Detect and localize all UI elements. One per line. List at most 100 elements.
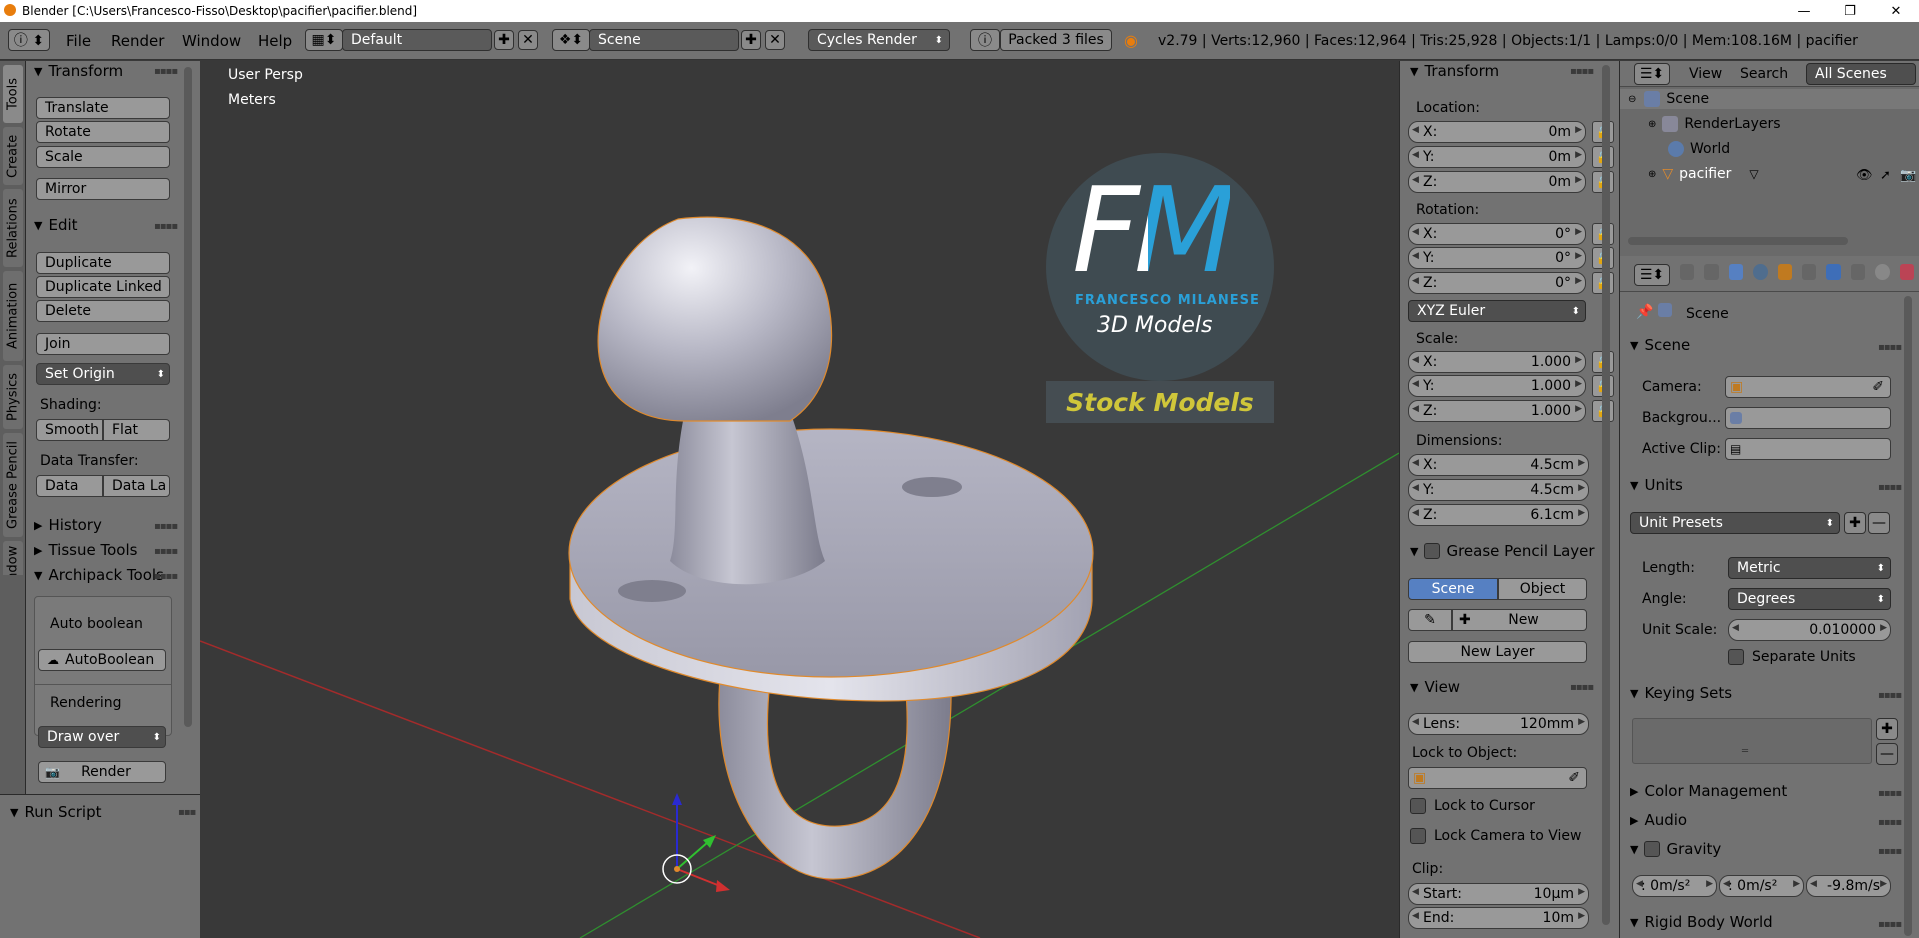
keying-sets-list[interactable] <box>1632 718 1872 764</box>
location-y-field[interactable]: ◀ Y: 0m ▶ <box>1408 146 1586 168</box>
drag-grip-icon[interactable]: ▪▪▪▪ <box>1878 919 1902 930</box>
gravity-header[interactable]: ▼ Gravity <box>1630 840 1721 858</box>
menu-window[interactable]: Window <box>182 32 241 50</box>
location-x-field[interactable]: ◀ X: 0m ▶ <box>1408 121 1586 143</box>
grease-pencil-layer-header[interactable]: ▼ Grease Pencil Layer <box>1410 541 1608 561</box>
scene-panel-header[interactable]: ▼ Scene <box>1630 336 1690 354</box>
angle-unit-dropdown[interactable]: Degrees ⬍ <box>1728 588 1891 610</box>
pin-icon[interactable]: 📌 <box>1636 304 1653 320</box>
layout-selector-button[interactable]: ▦⬍ <box>305 29 343 51</box>
gravity-z-field[interactable]: ◀ -9.8m/s ▶ <box>1806 875 1891 897</box>
selectability-cursor-icon[interactable]: ➚ <box>1880 168 1891 183</box>
background-scene-field[interactable] <box>1725 407 1891 429</box>
screen-layout-field[interactable]: Default <box>342 29 492 51</box>
rigid-body-world-header[interactable]: ▼ Rigid Body World <box>1630 913 1773 931</box>
units-panel-header[interactable]: ▼ Units <box>1630 476 1683 494</box>
drag-grip-icon[interactable]: ▪▪▪▪ <box>154 521 178 532</box>
gp-new-button[interactable]: ✚ New <box>1452 609 1587 631</box>
audio-header[interactable]: ▶ Audio <box>1630 811 1687 829</box>
scene-field[interactable]: Scene <box>589 29 739 51</box>
minimize-button[interactable]: — <box>1781 0 1827 22</box>
data-transfer-button[interactable]: Data <box>36 475 103 497</box>
scale-z-field[interactable]: ◀ Z: 1.000 ▶ <box>1408 400 1586 422</box>
separate-units-checkbox[interactable] <box>1728 649 1744 665</box>
autoboolean-button[interactable]: ☁ AutoBoolean <box>38 649 166 671</box>
toolshelf-scrollbar[interactable] <box>184 67 192 727</box>
unit-scale-field[interactable]: ◀ 0.010000 ▶ <box>1728 619 1891 641</box>
lock-camera-to-view-option[interactable]: Lock Camera to View <box>1410 828 1582 844</box>
outliner-hscrollbar[interactable] <box>1628 237 1848 245</box>
add-preset-icon[interactable]: ✚ <box>1844 512 1866 534</box>
view-panel-header[interactable]: ▼ View <box>1410 677 1460 697</box>
gp-pencil-icon[interactable]: ✎ <box>1408 609 1452 631</box>
rotation-z-field[interactable]: ◀ Z: 0° ▶ <box>1408 272 1586 294</box>
outliner-item-world[interactable]: World <box>1668 141 1730 157</box>
outliner-editor-type-button[interactable]: ☰⬍ <box>1634 63 1670 85</box>
world-context-icon[interactable] <box>1753 264 1768 280</box>
scene-selector-button[interactable]: ❖⬍ <box>552 29 590 51</box>
packed-files-button[interactable]: Packed 3 files <box>1000 29 1112 51</box>
drag-grip-icon[interactable]: ▪▪▪▪ <box>1878 788 1902 799</box>
menu-render[interactable]: Render <box>111 32 164 50</box>
drag-grip-icon[interactable]: ▪▪▪▪ <box>1570 682 1594 693</box>
tab-tools[interactable]: Tools <box>3 65 23 123</box>
drag-grip-icon[interactable]: ▪▪▪▪ <box>1878 342 1902 353</box>
x-gizmo-arrow[interactable] <box>676 868 721 887</box>
length-unit-dropdown[interactable]: Metric ⬍ <box>1728 557 1891 579</box>
packed-info-icon[interactable]: ⓘ <box>970 29 1000 51</box>
grease-pencil-checkbox[interactable] <box>1424 543 1441 559</box>
rotation-y-field[interactable]: ◀ Y: 0° ▶ <box>1408 247 1586 269</box>
keying-sets-header[interactable]: ▼ Keying Sets <box>1630 684 1732 702</box>
delete-button[interactable]: Delete <box>36 300 170 322</box>
drag-grip-icon[interactable]: ▪▪▪▪ <box>1878 846 1902 857</box>
constraints-context-icon[interactable] <box>1802 264 1817 280</box>
tab-grease-pencil[interactable]: Grease Pencil <box>3 433 23 537</box>
shade-smooth-button[interactable]: Smooth <box>36 419 103 441</box>
lock-to-cursor-option[interactable]: Lock to Cursor <box>1410 798 1535 814</box>
run-script-header[interactable]: ▼ Run Script <box>10 803 102 821</box>
visibility-eye-icon[interactable]: 👁 <box>1856 168 1873 183</box>
gravity-checkbox[interactable] <box>1644 841 1661 857</box>
list-resize-grip-icon[interactable]: ═ <box>1742 746 1748 757</box>
gp-object-toggle[interactable]: Object <box>1498 578 1587 600</box>
duplicate-button[interactable]: Duplicate <box>36 252 170 274</box>
eyedropper-icon[interactable]: ✐ <box>1872 379 1884 395</box>
tab-physics[interactable]: Physics <box>3 365 23 429</box>
remove-scene-icon[interactable]: ✕ <box>765 30 785 50</box>
rotation-x-field[interactable]: ◀ X: 0° ▶ <box>1408 223 1586 245</box>
drag-grip-icon[interactable]: ▪▪▪▪ <box>1878 817 1902 828</box>
panel-archipack-header[interactable]: ▼ Archipack Tools <box>34 565 174 585</box>
eyedropper-icon[interactable]: ✐ <box>1568 770 1580 786</box>
scale-y-field[interactable]: ◀ Y: 1.000 ▶ <box>1408 375 1586 397</box>
outliner-view-menu[interactable]: View <box>1689 66 1722 82</box>
object-context-icon[interactable] <box>1777 264 1793 280</box>
maximize-button[interactable]: ❐ <box>1827 0 1873 22</box>
draw-over-dropdown[interactable]: Draw over ⬍ <box>38 726 166 748</box>
drag-grip-icon[interactable]: ▪▪▪▪ <box>154 546 178 557</box>
menu-file[interactable]: File <box>66 32 91 50</box>
lock-camera-to-view-checkbox[interactable] <box>1410 828 1426 844</box>
drag-grip-icon[interactable]: ▪▪▪▪ <box>154 571 178 582</box>
properties-scrollbar[interactable] <box>1904 296 1912 936</box>
close-button[interactable]: ✕ <box>1873 0 1919 22</box>
color-management-header[interactable]: ▶ Color Management <box>1630 782 1787 800</box>
panel-edit-header[interactable]: ▼ Edit <box>34 215 78 235</box>
tab-animation[interactable]: Animation <box>3 271 23 361</box>
n-transform-header[interactable]: ▼ Transform <box>1410 61 1499 81</box>
dimension-y-field[interactable]: ◀ Y: 4.5cm ▶ <box>1408 479 1589 501</box>
translate-button[interactable]: Translate <box>36 97 170 119</box>
drag-grip-icon[interactable]: ▪▪▪▪ <box>154 66 178 77</box>
panel-transform-header[interactable]: ▼ Transform <box>34 61 123 81</box>
scale-button[interactable]: Scale <box>36 146 170 168</box>
mirror-button[interactable]: Mirror <box>36 178 170 200</box>
remove-keying-set-icon[interactable]: — <box>1876 743 1898 765</box>
location-z-field[interactable]: ◀ Z: 0m ▶ <box>1408 171 1586 193</box>
camera-field[interactable]: ▣ ✐ <box>1725 376 1891 398</box>
unit-presets-dropdown[interactable]: Unit Presets ⬍ <box>1630 512 1840 534</box>
data-context-icon[interactable] <box>1850 264 1866 280</box>
add-layout-icon[interactable]: ✚ <box>494 30 514 50</box>
tab-relations[interactable]: Relations <box>3 189 23 267</box>
display-mode-dropdown[interactable]: All Scenes <box>1806 63 1916 85</box>
separate-units-option[interactable]: Separate Units <box>1728 649 1856 665</box>
material-context-icon[interactable] <box>1875 264 1890 280</box>
